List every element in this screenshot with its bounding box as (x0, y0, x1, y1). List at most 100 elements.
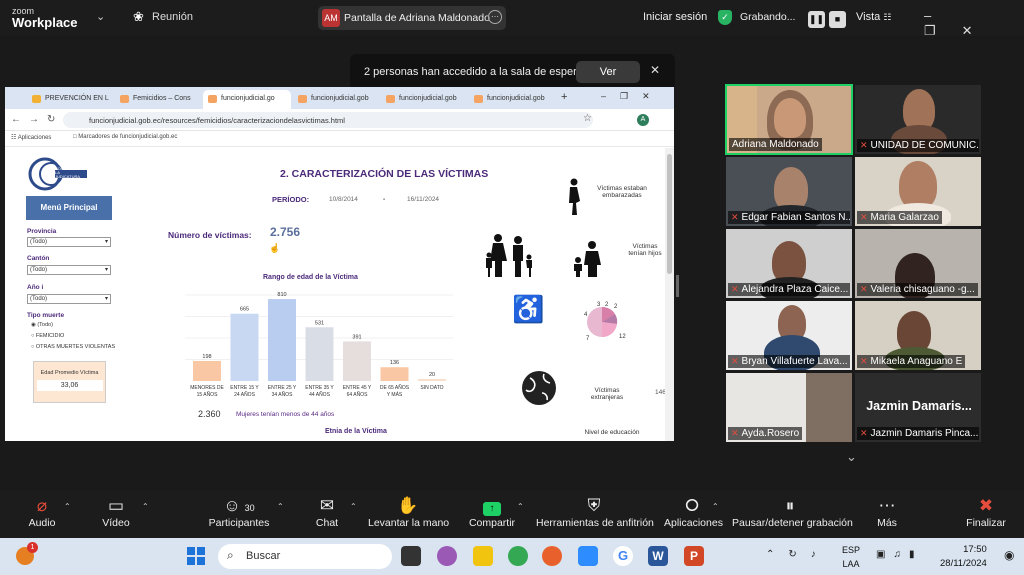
caret-up-icon[interactable]: ⌃ (712, 502, 719, 511)
participant-tile[interactable]: ✕ UNIDAD DE COMUNIC... (855, 85, 981, 154)
name-text: Ayda.Rosero (741, 428, 800, 439)
category-tick-label: 34 AÑOS (272, 391, 294, 398)
waiting-room-banner: 2 personas han accedido a la sala de esp… (350, 54, 675, 90)
stop-icon[interactable]: ■ (829, 11, 846, 28)
browser-tab[interactable]: PREVENCIÓN EN L (27, 90, 115, 109)
provincia-select[interactable]: (Todo) (27, 237, 111, 247)
participant-tile[interactable]: ✕ Ayda.Rosero (726, 373, 852, 442)
date-from[interactable]: 10/8/2014 (329, 196, 358, 203)
apps-bookmark[interactable]: ☷ Aplicaciones (11, 134, 51, 141)
caret-up-icon[interactable]: ⌃ (350, 502, 357, 511)
apps-button[interactable]: ⭘ Aplicaciones (664, 495, 723, 529)
clock-time: 17:50 (963, 544, 987, 555)
windows-start-icon[interactable] (187, 547, 205, 565)
task-view-icon[interactable] (401, 546, 421, 566)
copilot-icon[interactable] (437, 546, 457, 566)
firefox-icon[interactable] (542, 546, 562, 566)
browser-window-controls[interactable]: –❐✕ (601, 91, 664, 102)
close-icon[interactable]: ✕ (650, 63, 660, 77)
star-icon[interactable]: ☆ (583, 113, 592, 124)
zoom-icon[interactable] (578, 546, 598, 566)
participant-tile[interactable]: ✕ Valeria chisaguano -g... (855, 229, 981, 298)
page-icon (386, 95, 395, 103)
notifications-icon[interactable]: ◉ (1004, 548, 1014, 562)
participant-tile[interactable]: ✕ Edgar Fabian Santos N... (726, 157, 852, 226)
browser-tab[interactable]: funcionjudicial.gob (381, 90, 469, 109)
radio-otras[interactable]: ○ OTRAS MUERTES VIOLENTAS (31, 344, 115, 350)
chart-bar[interactable] (305, 327, 334, 381)
signin-link[interactable]: Iniciar sesión (643, 11, 707, 23)
minimize-icon[interactable]: – (924, 8, 957, 23)
browser-tab-active[interactable]: funcionjudicial.go (203, 90, 291, 109)
date-to[interactable]: 16/11/2024 (407, 196, 439, 203)
participants-button[interactable]: ☺ 30 Participantes (208, 495, 270, 529)
browser-tab[interactable]: Femicidios – Cons (115, 90, 203, 109)
split-handle[interactable] (676, 275, 679, 297)
browser-tab[interactable]: funcionjudicial.gob (469, 90, 557, 109)
more-options-icon[interactable]: ⋯ (488, 10, 502, 24)
chrome-icon[interactable] (508, 546, 528, 566)
raise-hand-button[interactable]: ✋ Levantar la mano (368, 495, 449, 529)
shield-check-icon[interactable]: ✓ (718, 10, 732, 25)
caret-up-icon[interactable]: ⌃ (142, 502, 149, 511)
restore-icon[interactable]: ❐ (924, 23, 962, 38)
google-icon[interactable]: G (613, 546, 633, 566)
participant-tile[interactable]: ✕ Bryan Villafuerte Lava... (726, 301, 852, 370)
powerpoint-icon[interactable]: P (684, 546, 704, 566)
file-explorer-icon[interactable] (473, 546, 493, 566)
chevron-down-icon[interactable]: ⌄ (846, 449, 857, 465)
screen-share-indicator[interactable]: AM Pantalla de Adriana Maldonado ⋯ (318, 6, 506, 30)
video-button[interactable]: ▭ Vídeo (96, 495, 136, 529)
host-tools-button[interactable]: ⛨ Herramientas de anfitrión (536, 495, 654, 529)
main-menu-button[interactable]: Menú Principal (26, 196, 112, 220)
taskbar-search[interactable]: ⌕ Buscar (218, 544, 392, 569)
radio-todo[interactable]: ◉ (Todo) (31, 322, 53, 328)
chart-bar[interactable] (380, 367, 409, 381)
chevron-down-icon[interactable]: ⌄ (96, 10, 105, 23)
chart-bar[interactable] (418, 378, 446, 381)
family-icon (486, 234, 532, 277)
taskbar-clock[interactable]: 17:50 28/11/2024 (940, 543, 987, 571)
participant-tile[interactable]: ✕ Alejandra Plaza Caice... (726, 229, 852, 298)
network-volume-battery-icons[interactable]: ▣♫▮ (876, 549, 922, 560)
bookmark-link[interactable]: □ Marcadores de funcionjudicial.gob.ec (73, 134, 177, 140)
url-field[interactable]: funcionjudicial.gob.ec/resources/femicid… (63, 112, 593, 128)
browser-tab[interactable]: funcionjudicial.gob (293, 90, 381, 109)
page-scrollbar[interactable] (665, 148, 674, 441)
anio-select[interactable]: (Todo) (27, 294, 111, 304)
radio-femicidio[interactable]: ○ FEMICIDIO (31, 333, 64, 339)
chart-bar[interactable] (230, 313, 259, 381)
scroll-thumb[interactable] (667, 154, 672, 274)
new-tab-icon[interactable]: + (561, 91, 567, 103)
pause-recording-button[interactable]: ⏸ Pausar/detener grabación (732, 495, 853, 529)
chart-bar[interactable] (268, 299, 296, 381)
word-icon[interactable]: W (648, 546, 668, 566)
system-tray-icons[interactable]: ⌃↻♪ (766, 549, 830, 560)
view-waiting-button[interactable]: Ver (576, 61, 640, 83)
view-menu[interactable]: Vista ☷ (856, 11, 891, 23)
share-screen-button[interactable]: ↑ Compartir (466, 495, 518, 529)
chart-bar[interactable] (193, 360, 221, 381)
canton-select[interactable]: (Todo) (27, 265, 111, 275)
name-text: Edgar Fabian Santos N... (741, 212, 850, 223)
caret-up-icon[interactable]: ⌃ (277, 502, 284, 511)
audio-button[interactable]: ⌀ Audio (22, 495, 62, 529)
tab-label: Femicidios – Cons (133, 95, 191, 102)
profile-avatar[interactable]: A (637, 114, 649, 126)
participant-tile[interactable]: ✕ Mikaela Anaguano E (855, 301, 981, 370)
participant-tile[interactable]: Adriana Maldonado (725, 84, 853, 155)
close-icon[interactable]: ✕ (962, 23, 999, 38)
pause-icon[interactable]: ❚❚ (808, 11, 825, 28)
participant-tile[interactable]: Jazmin Damaris... ✕ Jazmin Damaris Pinca.… (855, 373, 981, 442)
chat-button[interactable]: ✉ Chat (312, 495, 342, 529)
participant-tile[interactable]: ✕ Maria Galarzao (855, 157, 981, 226)
chart-bar[interactable] (343, 341, 371, 381)
caret-up-icon[interactable]: ⌃ (64, 502, 71, 511)
more-button[interactable]: ⋯ Más (874, 495, 900, 529)
caret-up-icon[interactable]: ⌃ (517, 502, 524, 511)
nav-buttons[interactable]: ←→↻ (11, 114, 63, 125)
end-meeting-button[interactable]: ✖ Finalizar (964, 495, 1008, 529)
meeting-label[interactable]: Reunión (152, 11, 193, 23)
input-language[interactable]: ESP LAA (842, 543, 860, 571)
button-label: Vídeo (102, 517, 130, 529)
